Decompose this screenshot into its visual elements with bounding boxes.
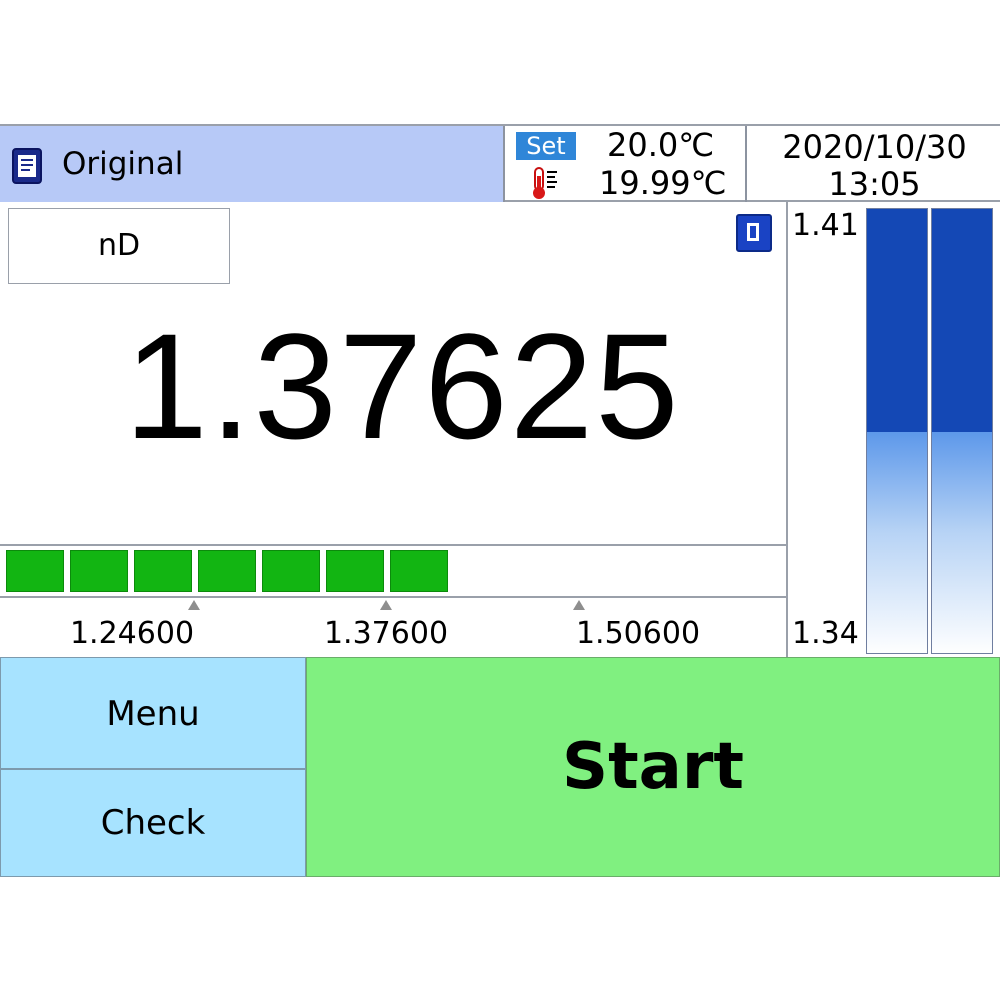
gauge-column-2 (931, 208, 993, 654)
scale-selector[interactable]: nD (8, 208, 230, 284)
instrument-screen: Original Set 20.0℃ 19.99℃ 2020/10/30 13:… (0, 124, 1000, 878)
date-time: 2020/10/30 13:05 (749, 126, 1000, 202)
status-header: Original Set 20.0℃ 19.99℃ 2020/10/30 13:… (0, 124, 1000, 202)
range-segment (326, 550, 384, 592)
range-label-high: 1.50600 (575, 616, 701, 651)
gauge-column-1 (866, 208, 928, 654)
gauge-fill-1 (867, 209, 927, 432)
document-icon (12, 148, 42, 184)
start-button[interactable]: Start (306, 657, 1000, 877)
range-segment (262, 550, 320, 592)
range-label-low: 1.24600 (69, 616, 195, 651)
set-temperature: 20.0℃ (607, 126, 715, 164)
temperature-panel[interactable]: Set 20.0℃ 19.99℃ (507, 126, 747, 202)
menu-button[interactable]: Menu (0, 657, 306, 769)
gauge-fade-1 (867, 432, 927, 653)
range-segment (6, 550, 64, 592)
range-marker-high (573, 600, 585, 610)
mode-label: Original (62, 146, 184, 182)
range-marker-mid (380, 600, 392, 610)
thermometer-icon (533, 167, 557, 199)
gauge-max-label: 1.41 (792, 208, 859, 243)
range-marker-low (188, 600, 200, 610)
gauge-fill-2 (932, 209, 992, 432)
range-segment (134, 550, 192, 592)
trend-gauge: 1.41 1.34 (786, 202, 1000, 657)
time: 13:05 (828, 165, 921, 203)
check-button[interactable]: Check (0, 769, 306, 877)
measurement-mode[interactable]: Original (0, 126, 505, 202)
range-segment (390, 550, 448, 592)
range-bar (0, 544, 786, 598)
gauge-min-label: 1.34 (792, 616, 859, 651)
set-badge: Set (516, 132, 576, 160)
hold-indicator-icon (736, 214, 772, 252)
date: 2020/10/30 (782, 128, 967, 166)
range-segment (70, 550, 128, 592)
range-segment (198, 550, 256, 592)
gauge-fade-2 (932, 432, 992, 653)
measurement-value: 1.37625 (124, 302, 681, 470)
range-label-mid: 1.37600 (323, 616, 449, 651)
actual-temperature: 19.99℃ (599, 164, 727, 202)
